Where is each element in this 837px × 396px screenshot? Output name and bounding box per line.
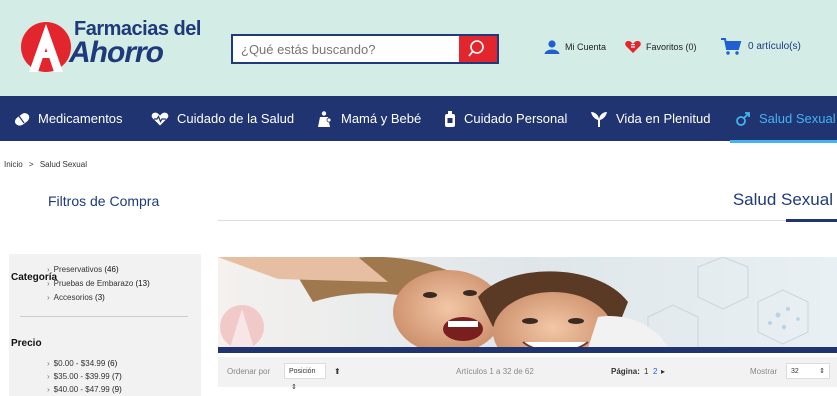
price-item[interactable]: › $35.00 - $39.99 (7) xyxy=(47,372,122,381)
chevron-right-icon: › xyxy=(47,385,50,394)
price-label: $35.00 - $39.99 xyxy=(53,372,110,381)
category-label: Pruebas de Embarazo xyxy=(53,279,134,288)
articles-count: Artículos 1 a 32 de 62 xyxy=(456,367,534,376)
sort-value: Posición xyxy=(289,368,316,375)
mother-baby-icon xyxy=(318,110,332,127)
price-count: (9) xyxy=(111,385,122,394)
search-icon xyxy=(468,40,484,57)
user-icon xyxy=(544,40,560,54)
price-label: $0.00 - $34.99 xyxy=(53,359,106,368)
page-2-link[interactable]: 2 xyxy=(653,367,657,376)
show-value: 32 xyxy=(791,368,799,375)
category-item-accesorios[interactable]: › Accesorios (3) xyxy=(47,293,105,302)
nav-item-medicamentos[interactable]: Medicamentos xyxy=(14,96,123,141)
logo-icon[interactable] xyxy=(16,18,76,74)
category-count: (46) xyxy=(104,265,119,274)
price-count: (6) xyxy=(107,359,118,368)
price-label: $40.00 - $47.99 xyxy=(53,385,110,394)
nav-item-vida-plenitud[interactable]: Vida en Plenitud xyxy=(590,96,710,141)
nav-label: Medicamentos xyxy=(38,111,123,126)
favorites-label: Favoritos (0) xyxy=(646,42,697,52)
plant-icon xyxy=(591,111,607,127)
breadcrumb-current: Salud Sexual xyxy=(39,160,87,169)
breadcrumb: Inicio > Salud Sexual xyxy=(4,160,87,169)
title-divider xyxy=(218,220,837,221)
banner-accent-bar xyxy=(218,347,837,353)
category-label: Preservativos xyxy=(53,265,103,274)
chevron-right-icon: › xyxy=(47,359,50,368)
personal-care-icon xyxy=(445,110,455,127)
page-current: 1 xyxy=(644,367,649,376)
nav-active-indicator xyxy=(730,140,837,143)
cart-icon xyxy=(721,38,742,55)
nav-label: Salud Sexual xyxy=(759,111,836,126)
heart-pulse-icon xyxy=(151,112,169,125)
price-item[interactable]: › $40.00 - $47.99 (9) xyxy=(47,385,122,394)
category-label: Accesorios xyxy=(53,293,93,302)
favorites-link[interactable]: Favoritos (0) xyxy=(624,40,697,54)
male-symbol-icon xyxy=(736,111,750,126)
breadcrumb-separator: > xyxy=(28,160,34,169)
page-label: Página: xyxy=(611,367,640,376)
nav-label: Cuidado Personal xyxy=(464,111,568,126)
select-arrow-icon: ⇕ xyxy=(291,384,297,391)
sort-direction-icon[interactable]: ⬆ xyxy=(334,367,341,376)
cart-label: 0 artículo(s) xyxy=(748,40,801,52)
category-item-preservativos[interactable]: › Preservativos (46) xyxy=(47,265,119,274)
nav-item-mama-bebe[interactable]: Mamá y Bebé xyxy=(317,96,421,141)
search-box xyxy=(231,34,499,64)
heart-icon xyxy=(625,40,641,53)
search-input[interactable] xyxy=(241,42,451,57)
title-underline xyxy=(786,219,837,222)
logo-text-bottom: Ahorro xyxy=(69,36,164,69)
nav-item-salud-sexual[interactable]: Salud Sexual xyxy=(735,96,836,141)
price-heading: Precio xyxy=(11,338,42,349)
nav-label: Vida en Plenitud xyxy=(616,111,711,126)
breadcrumb-home[interactable]: Inicio xyxy=(4,160,23,169)
category-count: (13) xyxy=(135,279,150,288)
nav-item-cuidado-salud[interactable]: Cuidado de la Salud xyxy=(151,96,294,141)
chevron-right-icon: › xyxy=(47,265,50,274)
sort-label: Ordenar por xyxy=(227,367,271,376)
next-page-icon[interactable]: ▸ xyxy=(661,367,665,376)
pill-icon xyxy=(14,112,30,126)
show-select[interactable]: 32 ⇕ xyxy=(786,363,830,379)
chevron-right-icon: › xyxy=(47,279,50,288)
page: Farmacias del Ahorro Mi Cuenta xyxy=(0,0,837,396)
category-count: (3) xyxy=(95,293,105,302)
cart-link[interactable]: 0 artículo(s) xyxy=(720,36,801,56)
banner-image xyxy=(218,257,837,348)
category-item-pruebas[interactable]: › Pruebas de Embarazo (13) xyxy=(47,279,150,288)
sidebar-divider xyxy=(20,316,188,317)
show-label: Mostrar xyxy=(750,367,778,376)
category-banner xyxy=(218,257,837,348)
nav-item-cuidado-personal[interactable]: Cuidado Personal xyxy=(444,96,567,141)
price-count: (7) xyxy=(111,372,122,381)
nav-label: Mamá y Bebé xyxy=(341,111,422,126)
site-header: Farmacias del Ahorro Mi Cuenta xyxy=(0,0,837,96)
main-nav: Medicamentos Cuidado de la Salud Mamá y … xyxy=(0,96,837,141)
filters-title: Filtros de Compra xyxy=(48,193,160,209)
listing-toolbar: Ordenar por Posición ⇕ ⬆ Artículos 1 a 3… xyxy=(218,357,837,391)
chevron-right-icon: › xyxy=(47,293,50,302)
account-link[interactable]: Mi Cuenta xyxy=(544,40,606,54)
search-button[interactable] xyxy=(459,36,497,62)
price-item[interactable]: › $0.00 - $34.99 (6) xyxy=(47,359,117,368)
chevron-right-icon: › xyxy=(47,372,50,381)
account-label: Mi Cuenta xyxy=(565,42,607,52)
sort-select[interactable]: Posición ⇕ xyxy=(284,363,326,391)
page-title: Salud Sexual xyxy=(732,190,833,209)
select-arrow-icon: ⇕ xyxy=(819,368,825,375)
nav-label: Cuidado de la Salud xyxy=(177,111,295,126)
